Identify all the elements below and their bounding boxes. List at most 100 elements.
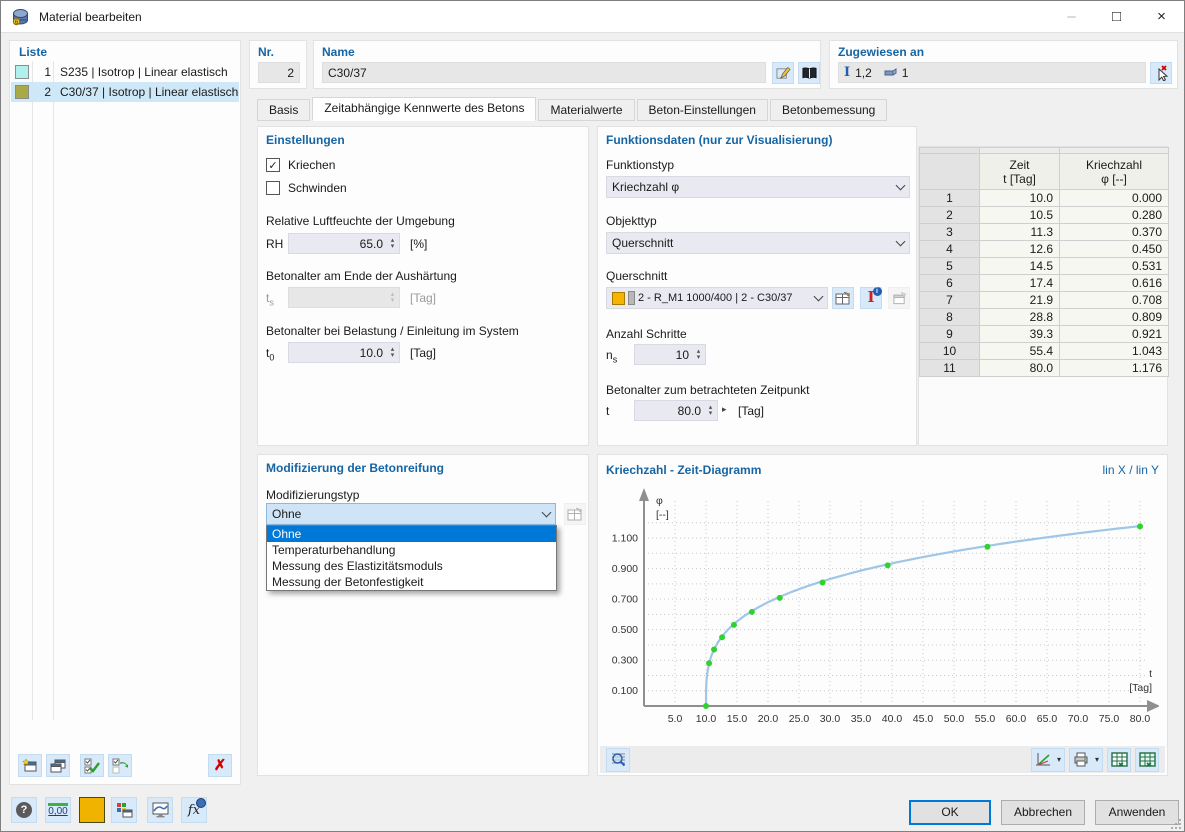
- edit-table-icon: [567, 507, 583, 521]
- cancel-button[interactable]: Abbrechen: [1001, 800, 1085, 825]
- copy-material-button[interactable]: [46, 754, 70, 777]
- table-row[interactable]: 9 39.3 0.921: [920, 326, 1169, 343]
- liste-item[interactable]: 1 S235 | Isotrop | Linear elastisch: [11, 62, 239, 82]
- zeit-cell: 11.3: [980, 224, 1060, 241]
- spin-down-icon[interactable]: ▾: [387, 243, 398, 250]
- svg-text:50.0: 50.0: [944, 713, 965, 725]
- library-button[interactable]: [798, 62, 820, 84]
- dropdown-arrow-icon: ▾: [1094, 755, 1099, 764]
- table-row[interactable]: 3 11.3 0.370: [920, 224, 1169, 241]
- header-sub: φ [--]: [1101, 171, 1127, 186]
- ns-symbol: ns: [606, 348, 618, 365]
- tab-basis[interactable]: Basis: [257, 99, 311, 121]
- section-info-button[interactable]: I i: [860, 287, 882, 309]
- material-bearbeiten-dialog: 6 Material bearbeiten – □ × Liste 1 S235 …: [0, 0, 1185, 832]
- table-row[interactable]: 10 55.4 1.043: [920, 343, 1169, 360]
- objekttyp-dropdown[interactable]: Querschnitt: [606, 232, 910, 254]
- chart-print-button[interactable]: ▾: [1069, 747, 1103, 772]
- svg-text:20.0: 20.0: [758, 713, 779, 725]
- edit-section-button[interactable]: [832, 287, 854, 309]
- table-row[interactable]: 5 14.5 0.531: [920, 258, 1169, 275]
- tab-zeitabhängige-kennwerte-des-betons[interactable]: Zeitabhängige Kennwerte des Betons: [312, 97, 537, 121]
- rh-spinner[interactable]: ▴ ▾: [387, 234, 398, 253]
- dropdown-option[interactable]: Ohne: [267, 526, 556, 542]
- t-spinner[interactable]: ▴ ▾: [705, 401, 716, 420]
- schwinden-checkbox[interactable]: [266, 181, 280, 195]
- zeit-cell: 10.0: [980, 190, 1060, 207]
- invert-selection-button[interactable]: [108, 754, 132, 777]
- help-button[interactable]: ?: [11, 797, 37, 823]
- table-row[interactable]: 4 12.6 0.450: [920, 241, 1169, 258]
- deselect-assignment-button[interactable]: [1150, 62, 1172, 84]
- dropdown-arrow-icon: ▾: [1056, 755, 1061, 764]
- table-corner-cell: [920, 154, 980, 190]
- assigned-solids-value: 1: [901, 65, 909, 80]
- units-decimals-button[interactable]: 0,00: [45, 797, 71, 823]
- row-number-cell: 2: [920, 207, 980, 224]
- close-button[interactable]: ×: [1139, 1, 1184, 32]
- minimize-button[interactable]: –: [1049, 1, 1094, 32]
- chart-export-excel-button[interactable]: [1107, 747, 1131, 772]
- data-point: [884, 562, 891, 569]
- formula-button[interactable]: fx: [181, 797, 207, 823]
- header-title: Kriechzahl: [1085, 157, 1143, 172]
- svg-text:t: t: [1149, 668, 1152, 680]
- rh-field[interactable]: 65.0 ▴ ▾: [288, 233, 400, 254]
- tab-betonbemessung[interactable]: Betonbemessung: [769, 99, 888, 121]
- svg-text:0.100: 0.100: [612, 685, 638, 697]
- spin-down-icon[interactable]: ▾: [387, 352, 398, 359]
- spin-down-icon[interactable]: ▾: [693, 354, 704, 361]
- spin-down-icon[interactable]: ▾: [705, 410, 716, 417]
- svg-text:80.0: 80.0: [1130, 713, 1151, 725]
- table-row[interactable]: 6 17.4 0.616: [920, 275, 1169, 292]
- printer-icon: [1074, 752, 1088, 767]
- cursor-remove-icon: [1158, 65, 1169, 81]
- material-color-button[interactable]: [79, 797, 105, 823]
- chart-export-excel-all-button[interactable]: [1135, 747, 1159, 772]
- funktionstyp-dropdown[interactable]: Kriechzahl φ: [606, 176, 910, 198]
- zeit-cell: 28.8: [980, 309, 1060, 326]
- dropdown-option[interactable]: Temperaturbehandlung: [267, 542, 556, 558]
- chart-axes-options-button[interactable]: ▾: [1031, 747, 1065, 772]
- t-field[interactable]: 80.0 ▴ ▾: [634, 400, 718, 421]
- apply-button[interactable]: Anwenden: [1095, 800, 1179, 825]
- display-properties-button[interactable]: [111, 797, 137, 823]
- table-row[interactable]: 8 28.8 0.809: [920, 309, 1169, 326]
- tab-materialwerte[interactable]: Materialwerte: [538, 99, 635, 121]
- data-point: [719, 634, 726, 641]
- table-row[interactable]: 1 10.0 0.000: [920, 190, 1169, 207]
- dropdown-option[interactable]: Messung der Betonfestigkeit: [267, 574, 556, 590]
- t0-spinner[interactable]: ▴ ▾: [387, 343, 398, 362]
- ok-button[interactable]: OK: [909, 800, 991, 825]
- ns-value: 10: [675, 347, 689, 362]
- ns-field[interactable]: 10 ▴ ▾: [634, 344, 706, 365]
- svg-text:φ: φ: [656, 495, 663, 507]
- rename-button[interactable]: [772, 62, 794, 84]
- check-icon: ✓: [268, 159, 278, 172]
- table-row[interactable]: 2 10.5 0.280: [920, 207, 1169, 224]
- kriechen-checkbox[interactable]: ✓: [266, 158, 280, 172]
- ns-spinner[interactable]: ▴ ▾: [693, 345, 704, 364]
- liste-item[interactable]: 2 C30/37 | Isotrop | Linear elastisch: [11, 82, 239, 102]
- delete-material-button[interactable]: ✗: [208, 754, 232, 777]
- name-field[interactable]: C30/37: [322, 62, 766, 83]
- select-all-button[interactable]: [80, 754, 104, 777]
- solid-icon: [884, 68, 897, 76]
- table-row[interactable]: 7 21.9 0.708: [920, 292, 1169, 309]
- kriechen-label: Kriechen: [288, 158, 336, 172]
- tab-beton-einstellungen[interactable]: Beton-Einstellungen: [636, 99, 768, 121]
- assigned-label: Zugewiesen an: [838, 45, 925, 59]
- dropdown-option[interactable]: Messung des Elastizitätsmoduls: [267, 558, 556, 574]
- chart-zoom-button[interactable]: [606, 747, 630, 772]
- table-row[interactable]: 11 80.0 1.176: [920, 360, 1169, 377]
- schwinden-row: Schwinden: [266, 181, 347, 195]
- kriechzahl-cell: 0.450: [1060, 241, 1169, 258]
- maximize-button[interactable]: □: [1094, 1, 1139, 32]
- rendering-button[interactable]: [147, 797, 173, 823]
- play-icon[interactable]: ▸: [722, 404, 727, 415]
- querschnitt-dropdown[interactable]: 2 - R_M1 1000/400 | 2 - C30/37: [606, 287, 828, 309]
- modifizierungstyp-dropdown[interactable]: Ohne: [266, 503, 556, 525]
- t0-field[interactable]: 10.0 ▴ ▾: [288, 342, 400, 363]
- new-material-button[interactable]: [18, 754, 42, 777]
- resize-grip[interactable]: [1171, 818, 1182, 829]
